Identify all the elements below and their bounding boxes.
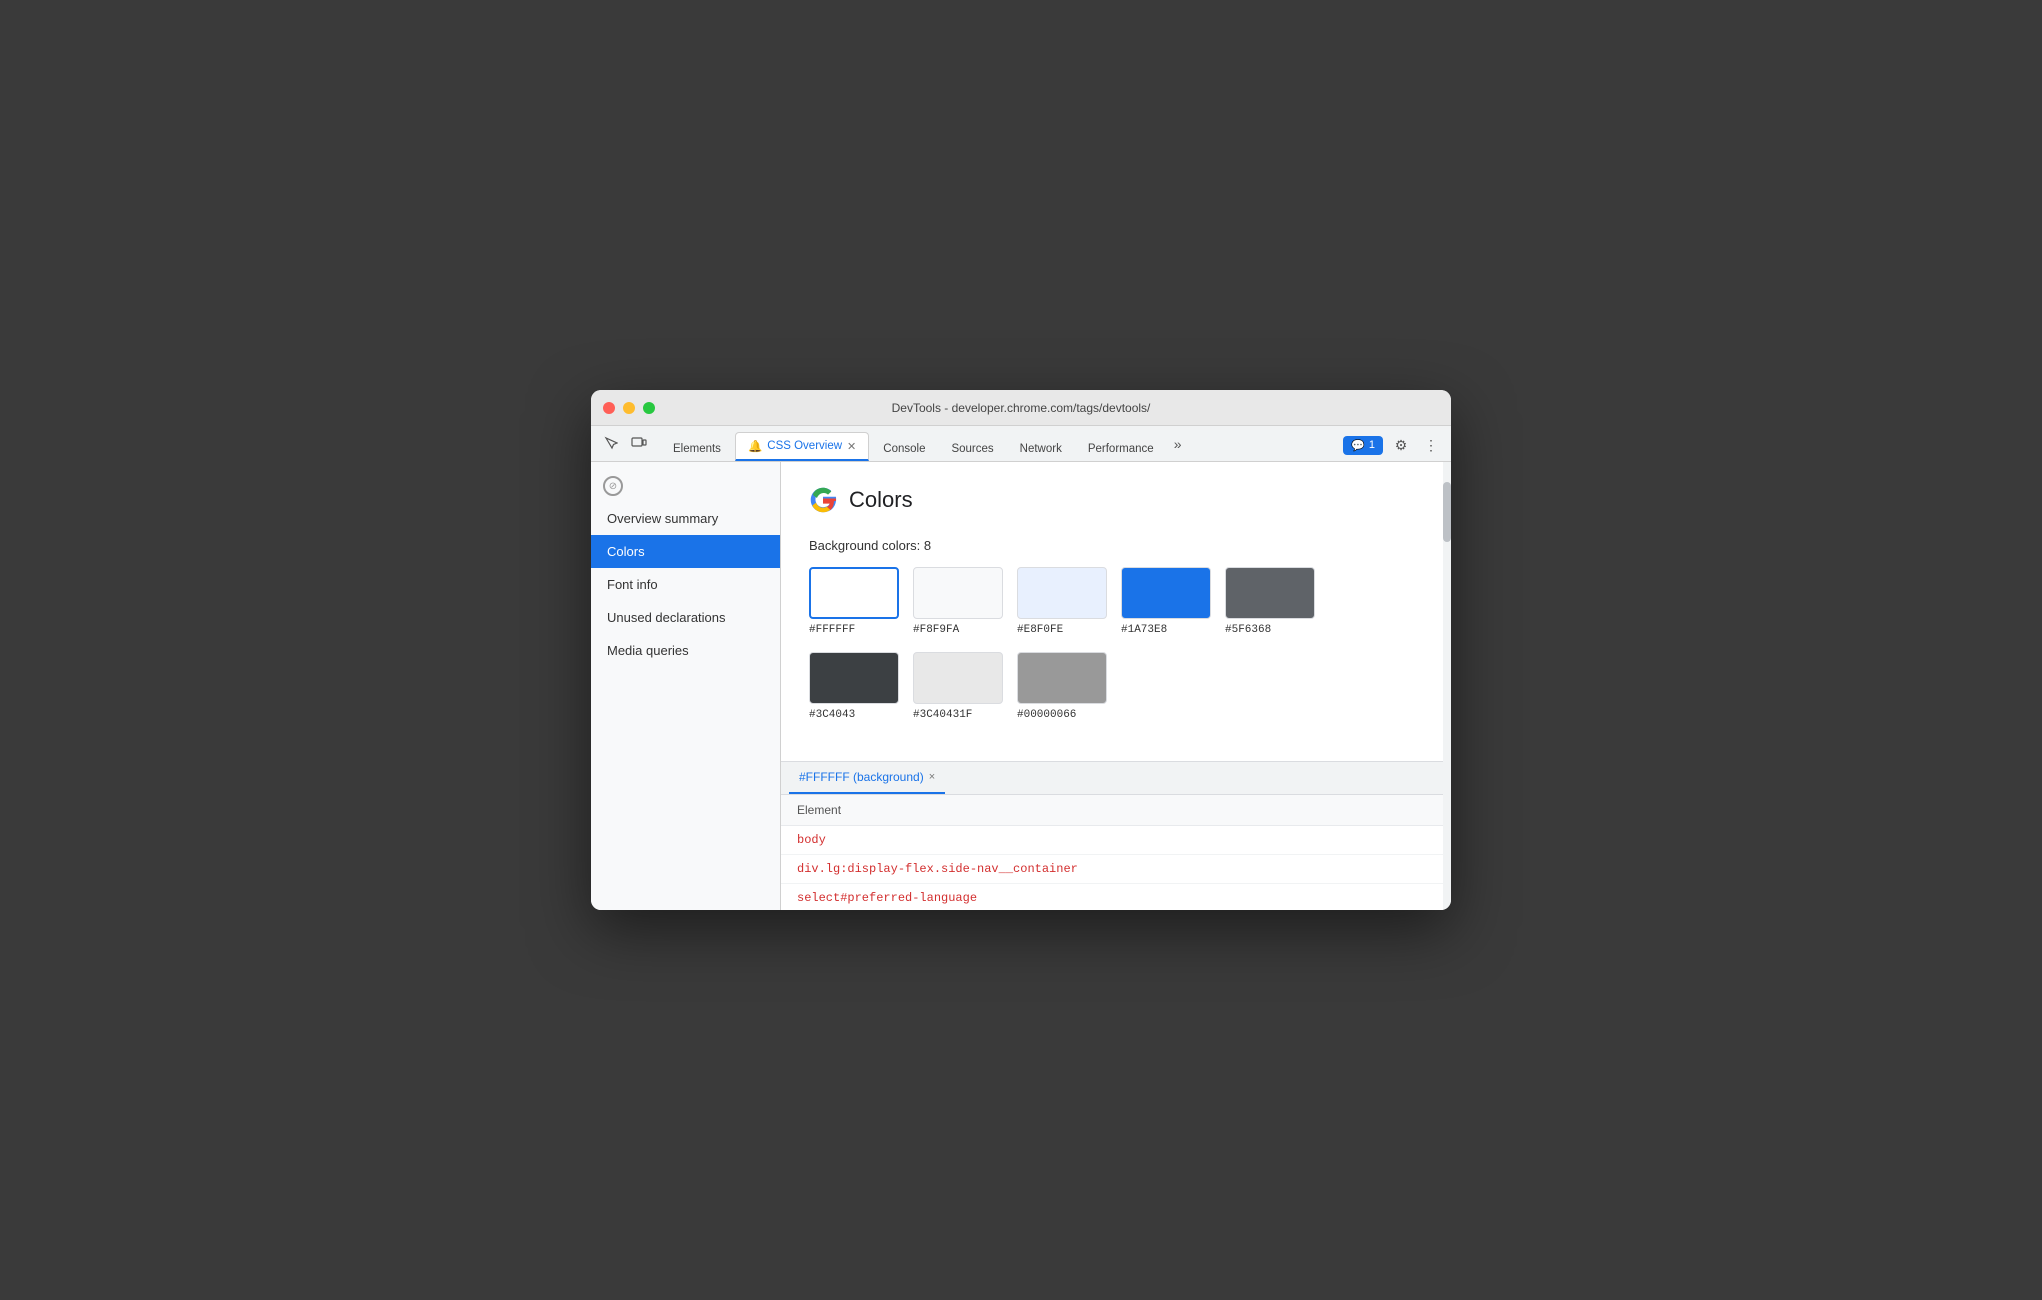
color-swatch-5f6368[interactable] bbox=[1225, 567, 1315, 619]
color-swatch-3c40431f[interactable] bbox=[913, 652, 1003, 704]
color-hex-1a73e8: #1A73E8 bbox=[1121, 624, 1167, 636]
panel: Colors Background colors: 8 #FFFFFF #F8F… bbox=[781, 462, 1451, 910]
cursor-icon[interactable] bbox=[599, 431, 623, 455]
color-item-00000066[interactable]: #00000066 bbox=[1017, 652, 1107, 721]
color-item-e8f0fe[interactable]: #E8F0FE bbox=[1017, 567, 1107, 636]
minimize-button[interactable] bbox=[623, 402, 635, 414]
color-swatch-1a73e8[interactable] bbox=[1121, 567, 1211, 619]
color-hex-e8f0fe: #E8F0FE bbox=[1017, 624, 1063, 636]
colors-row1: #FFFFFF #F8F9FA #E8F0FE #1A73E8 bbox=[809, 567, 1423, 636]
color-hex-00000066: #00000066 bbox=[1017, 709, 1076, 721]
toolbar-right: 💬 1 ⚙ ⋮ bbox=[1343, 433, 1443, 461]
color-item-f8f9fa[interactable]: #F8F9FA bbox=[913, 567, 1003, 636]
section-label: Background colors: 8 bbox=[809, 538, 1423, 553]
color-item-ffffff[interactable]: #FFFFFF bbox=[809, 567, 899, 636]
elements-table-header: Element bbox=[781, 795, 1451, 826]
feedback-icon: 💬 bbox=[1351, 439, 1365, 452]
tab-performance[interactable]: Performance bbox=[1076, 437, 1166, 461]
sidebar-icon-row: ⊘ bbox=[591, 470, 780, 502]
sidebar: ⊘ Overview summary Colors Font info Unus… bbox=[591, 462, 781, 910]
maximize-button[interactable] bbox=[643, 402, 655, 414]
no-icon: ⊘ bbox=[603, 476, 623, 496]
tab-elements[interactable]: Elements bbox=[661, 437, 733, 461]
color-hex-3c40431f: #3C40431F bbox=[913, 709, 972, 721]
google-logo-icon bbox=[809, 486, 837, 514]
elements-table: Element body div.lg:display-flex.side-na… bbox=[781, 795, 1451, 910]
color-hex-3c4043: #3C4043 bbox=[809, 709, 855, 721]
color-hex-ffffff: #FFFFFF bbox=[809, 624, 855, 636]
title-bar: DevTools - developer.chrome.com/tags/dev… bbox=[591, 390, 1451, 426]
device-icon[interactable] bbox=[627, 431, 651, 455]
panel-heading: Colors bbox=[849, 487, 913, 513]
tab-close-icon[interactable]: ✕ bbox=[847, 440, 856, 453]
color-item-3c40431f[interactable]: #3C40431F bbox=[913, 652, 1003, 721]
sidebar-item-unused-declarations[interactable]: Unused declarations bbox=[591, 601, 780, 634]
sidebar-item-font-info[interactable]: Font info bbox=[591, 568, 780, 601]
panel-main: Colors Background colors: 8 #FFFFFF #F8F… bbox=[781, 462, 1451, 761]
color-hex-f8f9fa: #F8F9FA bbox=[913, 624, 959, 636]
color-swatch-ffffff[interactable] bbox=[809, 567, 899, 619]
settings-icon[interactable]: ⚙ bbox=[1389, 433, 1413, 457]
toolbar-icons bbox=[599, 431, 651, 461]
devtools-window: DevTools - developer.chrome.com/tags/dev… bbox=[591, 390, 1451, 910]
color-item-3c4043[interactable]: #3C4043 bbox=[809, 652, 899, 721]
tab-bar: Elements 🔔 CSS Overview ✕ Console Source… bbox=[591, 426, 1451, 462]
color-swatch-3c4043[interactable] bbox=[809, 652, 899, 704]
feedback-button[interactable]: 💬 1 bbox=[1343, 436, 1383, 455]
scrollbar-thumb[interactable] bbox=[1443, 482, 1451, 542]
bell-icon: 🔔 bbox=[748, 439, 762, 453]
bottom-panel: #FFFFFF (background) × Element body div.… bbox=[781, 761, 1451, 910]
bottom-tab-label: #FFFFFF (background) bbox=[799, 770, 924, 784]
tab-css-overview[interactable]: 🔔 CSS Overview ✕ bbox=[735, 432, 869, 461]
element-row-select[interactable]: select#preferred-language bbox=[781, 884, 1451, 910]
color-swatch-00000066[interactable] bbox=[1017, 652, 1107, 704]
more-tabs-button[interactable]: » bbox=[1168, 430, 1188, 458]
main-content: ⊘ Overview summary Colors Font info Unus… bbox=[591, 462, 1451, 910]
bottom-tab-ffffff[interactable]: #FFFFFF (background) × bbox=[789, 762, 945, 794]
sidebar-item-overview-summary[interactable]: Overview summary bbox=[591, 502, 780, 535]
bottom-tabs: #FFFFFF (background) × bbox=[781, 762, 1451, 795]
panel-title: Colors bbox=[809, 486, 1423, 514]
element-row-body[interactable]: body bbox=[781, 826, 1451, 855]
bottom-tab-close-icon[interactable]: × bbox=[929, 771, 935, 783]
color-swatch-f8f9fa[interactable] bbox=[913, 567, 1003, 619]
color-item-1a73e8[interactable]: #1A73E8 bbox=[1121, 567, 1211, 636]
color-hex-5f6368: #5F6368 bbox=[1225, 624, 1271, 636]
sidebar-item-media-queries[interactable]: Media queries bbox=[591, 634, 780, 667]
tab-network[interactable]: Network bbox=[1008, 437, 1074, 461]
window-title: DevTools - developer.chrome.com/tags/dev… bbox=[892, 401, 1151, 415]
sidebar-item-colors[interactable]: Colors bbox=[591, 535, 780, 568]
tab-console[interactable]: Console bbox=[871, 437, 937, 461]
colors-row2: #3C4043 #3C40431F #00000066 bbox=[809, 652, 1423, 721]
scrollbar[interactable] bbox=[1443, 462, 1451, 910]
window-controls bbox=[603, 402, 655, 414]
tab-sources[interactable]: Sources bbox=[939, 437, 1005, 461]
color-swatch-e8f0fe[interactable] bbox=[1017, 567, 1107, 619]
color-item-5f6368[interactable]: #5F6368 bbox=[1225, 567, 1315, 636]
close-button[interactable] bbox=[603, 402, 615, 414]
more-options-icon[interactable]: ⋮ bbox=[1419, 433, 1443, 457]
element-row-div[interactable]: div.lg:display-flex.side-nav__container bbox=[781, 855, 1451, 884]
